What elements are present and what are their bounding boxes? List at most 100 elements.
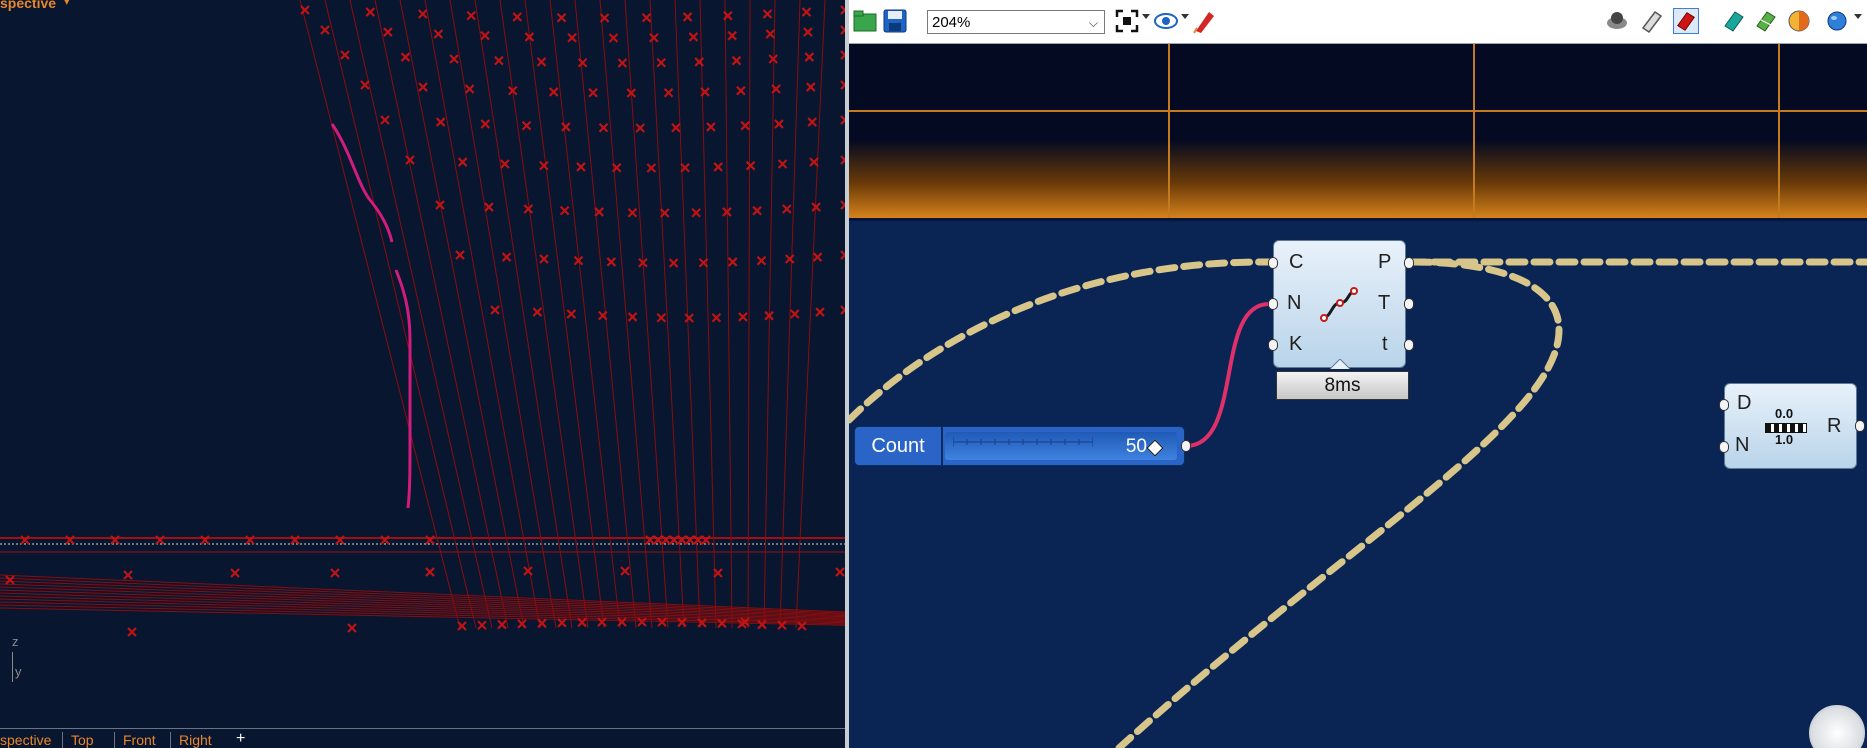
point-marker bbox=[598, 122, 609, 133]
slider-to-divide-wire[interactable] bbox=[1185, 302, 1270, 448]
dashed-wire[interactable] bbox=[849, 258, 1273, 424]
rhino-viewport[interactable]: spective ▾ z y spective Top Front Right … bbox=[0, 0, 845, 748]
slider-track[interactable]: 50 bbox=[945, 432, 1177, 460]
fan-line bbox=[399, 0, 525, 629]
output-p-port[interactable] bbox=[1404, 257, 1414, 269]
output-small-t-label: t bbox=[1382, 333, 1388, 355]
viewport-tabs: spective Top Front Right + bbox=[0, 728, 845, 748]
point-marker bbox=[738, 312, 748, 322]
point-marker bbox=[556, 12, 567, 23]
viewport-title[interactable]: spective bbox=[0, 0, 56, 11]
input-k-label: K bbox=[1289, 333, 1303, 355]
point-marker bbox=[627, 312, 638, 322]
point-marker bbox=[484, 202, 494, 212]
input-n-port[interactable] bbox=[1268, 298, 1278, 310]
tab-perspective[interactable]: spective bbox=[0, 732, 51, 748]
point-marker bbox=[756, 255, 767, 266]
input-c-port[interactable] bbox=[1268, 257, 1278, 269]
range-component[interactable]: D N R 0.0 1.0 bbox=[1724, 383, 1857, 469]
point-marker bbox=[736, 85, 746, 96]
output-r-label: R bbox=[1827, 415, 1842, 437]
fan-line bbox=[724, 0, 733, 629]
point-marker bbox=[380, 115, 390, 125]
output-r-port[interactable] bbox=[1855, 420, 1865, 432]
point-marker bbox=[567, 32, 577, 43]
output-small-t-port[interactable] bbox=[1404, 339, 1414, 351]
ground-grid-line bbox=[0, 589, 845, 619]
count-slider[interactable]: Count 50 bbox=[854, 426, 1185, 466]
tab-right[interactable]: Right bbox=[170, 732, 212, 748]
point-marker bbox=[668, 258, 679, 268]
point-marker bbox=[501, 252, 512, 262]
point-marker bbox=[557, 618, 567, 628]
point-marker bbox=[418, 82, 428, 92]
point-marker bbox=[512, 12, 523, 22]
point-marker bbox=[521, 120, 532, 131]
point-marker bbox=[548, 87, 559, 97]
profiler-timer: 8ms bbox=[1276, 371, 1409, 400]
divide-curve-component[interactable]: C N K P T t bbox=[1273, 240, 1406, 369]
point-marker bbox=[727, 30, 737, 41]
point-marker bbox=[752, 205, 762, 216]
point-marker bbox=[464, 84, 475, 94]
point-marker bbox=[782, 204, 792, 214]
output-p-label: P bbox=[1378, 251, 1392, 273]
point-marker bbox=[347, 623, 357, 633]
point-marker bbox=[806, 82, 816, 92]
point-marker bbox=[809, 157, 819, 167]
point-marker bbox=[656, 312, 667, 323]
slider-output-port[interactable] bbox=[1181, 440, 1191, 452]
point-marker bbox=[620, 566, 630, 576]
fan-line bbox=[374, 0, 509, 629]
grasshopper-canvas[interactable]: 204% ⌵ C N K P T t 8ms Count 50 D N R 0.… bbox=[849, 0, 1867, 748]
point-marker bbox=[663, 87, 674, 98]
point-marker bbox=[457, 157, 468, 167]
point-marker bbox=[123, 570, 133, 580]
point-marker bbox=[803, 27, 813, 37]
viewport-menu-arrow[interactable]: ▾ bbox=[64, 0, 70, 8]
point-marker bbox=[688, 32, 699, 42]
point-marker bbox=[360, 80, 370, 90]
tab-front[interactable]: Front bbox=[114, 732, 156, 748]
point-marker bbox=[330, 568, 340, 578]
divide-curve-icon bbox=[1320, 287, 1358, 322]
ground-grid-line bbox=[0, 580, 845, 615]
point-marker bbox=[713, 162, 723, 172]
point-marker bbox=[532, 307, 543, 317]
output-t-port[interactable] bbox=[1404, 298, 1414, 310]
point-marker bbox=[230, 568, 240, 578]
fan-line bbox=[424, 0, 541, 629]
slider-grip[interactable] bbox=[1146, 439, 1164, 457]
fan-line bbox=[747, 0, 751, 629]
point-marker bbox=[383, 27, 393, 37]
point-marker bbox=[539, 160, 549, 171]
point-marker bbox=[804, 52, 815, 62]
point-marker bbox=[627, 207, 638, 218]
point-marker bbox=[671, 122, 681, 133]
input-d-port[interactable] bbox=[1719, 399, 1729, 411]
input-n-label: N bbox=[1287, 292, 1302, 314]
point-marker bbox=[594, 207, 604, 217]
input-n-label: N bbox=[1735, 434, 1750, 456]
point-marker bbox=[811, 202, 821, 212]
point-marker bbox=[588, 87, 598, 98]
point-marker bbox=[815, 307, 825, 317]
tab-top[interactable]: Top bbox=[62, 732, 94, 748]
input-k-port[interactable] bbox=[1268, 339, 1278, 351]
input-n-port[interactable] bbox=[1719, 441, 1729, 453]
point-marker bbox=[656, 57, 667, 68]
point-marker bbox=[559, 205, 570, 216]
fan-line bbox=[499, 0, 589, 629]
fan-line bbox=[324, 0, 477, 629]
point-marker bbox=[320, 25, 330, 35]
point-marker bbox=[561, 122, 571, 132]
point-marker bbox=[727, 257, 738, 267]
timer-caret bbox=[1330, 359, 1350, 369]
point-marker bbox=[646, 163, 657, 173]
point-marker bbox=[405, 155, 415, 165]
point-marker bbox=[480, 30, 490, 41]
input-c-label: C bbox=[1289, 251, 1304, 273]
fan-line bbox=[299, 0, 461, 629]
slider-name: Count bbox=[855, 427, 943, 465]
add-viewport-button[interactable]: + bbox=[236, 730, 245, 748]
